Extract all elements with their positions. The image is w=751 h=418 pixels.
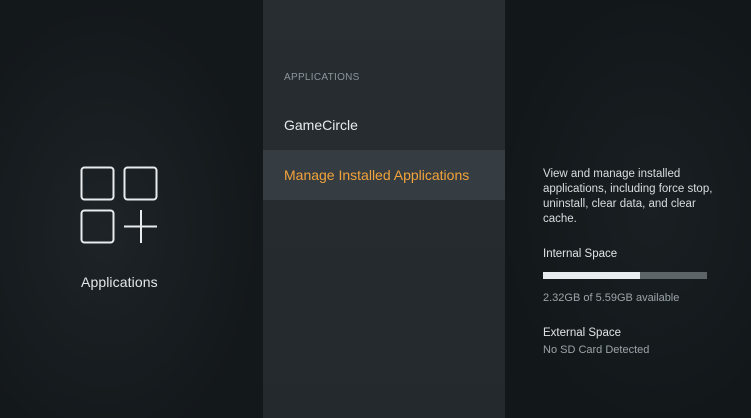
external-space-status: No SD Card Detected [543,344,650,356]
category-label: Applications [81,274,158,290]
internal-space-heading: Internal Space [543,248,618,260]
details-panel: View and manage installed applications, … [505,0,751,418]
menu-item-manage-installed-applications[interactable]: Manage Installed Applications [263,150,505,200]
internal-storage-fill [543,272,640,279]
external-space-heading: External Space [543,327,621,339]
apps-grid-plus-icon [80,166,158,244]
item-description: View and manage installed applications, … [543,168,713,225]
section-heading: APPLICATIONS [284,72,360,83]
internal-space-summary: 2.32GB of 5.59GB available [543,292,680,304]
internal-storage-bar [543,272,707,279]
category-panel: Applications [0,0,263,418]
menu-item-gamecircle[interactable]: GameCircle [263,100,505,150]
applications-menu: APPLICATIONS GameCircle Manage Installed… [263,0,505,418]
settings-screen: Applications APPLICATIONS GameCircle Man… [0,0,751,418]
